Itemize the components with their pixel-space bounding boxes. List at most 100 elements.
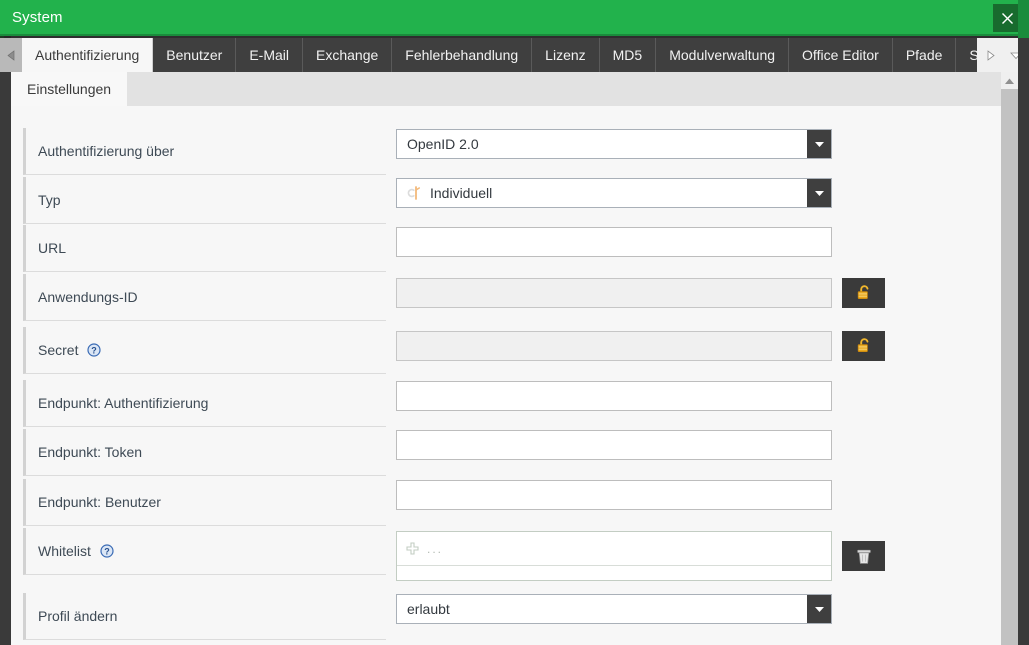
field-label: Authentifizierung über [38, 143, 175, 159]
tab-benutzer[interactable]: Benutzer [153, 38, 237, 72]
tab-fehlerbehandlung[interactable]: Fehlerbehandlung [392, 38, 533, 72]
field-label: Whitelist [38, 543, 91, 559]
field-control-wrapper: erlaubt [396, 594, 832, 624]
tab-strip: Authentifizierung Benutzer E-Mail Exchange F… [22, 38, 977, 72]
field-label: Endpunkt: Token [38, 444, 143, 460]
help-icon: ? [100, 544, 114, 558]
select-value: erlaubt [397, 601, 807, 617]
close-button[interactable] [993, 4, 1021, 32]
select-dropdown-arrow[interactable] [807, 179, 831, 207]
sub-tab-bar: Einstellungen [0, 72, 1008, 106]
select-dropdown-arrow[interactable] [807, 595, 831, 623]
whitelist-add-placeholder: ... [427, 541, 444, 556]
unlock-icon [857, 338, 868, 353]
field-control-wrapper [396, 278, 885, 308]
field-label-box: Whitelist? [23, 528, 386, 575]
field-label: Anwendungs-ID [38, 289, 138, 305]
field-label-box: Authentifizierung über [23, 128, 386, 175]
select-value-text: erlaubt [407, 601, 450, 617]
field-label-box: Endpunkt: Authentifizierung [23, 380, 386, 427]
tab-office-editor[interactable]: Office Editor [789, 38, 893, 72]
input-anwendungs-id [396, 278, 832, 308]
select-dropdown-arrow[interactable] [807, 130, 831, 158]
tab-exchange[interactable]: Exchange [303, 38, 393, 72]
select-typ[interactable]: Individuell [396, 178, 832, 208]
select-value: Individuell [397, 185, 807, 201]
title-bar: System [0, 0, 1029, 36]
svg-text:?: ? [92, 345, 98, 355]
trash-icon [856, 549, 871, 564]
whitelist-empty-row[interactable] [397, 566, 831, 580]
field-control-wrapper [396, 227, 832, 257]
unlock-icon [857, 285, 868, 300]
custom-key-icon [407, 185, 423, 201]
tab-pfade[interactable]: Pfade [892, 38, 957, 72]
select-value-text: OpenID 2.0 [407, 136, 479, 152]
select-profil-ndern[interactable]: erlaubt [396, 594, 832, 624]
field-label: Endpunkt: Benutzer [38, 494, 161, 510]
input-secret [396, 331, 832, 361]
scroll-up-button[interactable] [1001, 72, 1018, 89]
triangle-left-icon [6, 49, 14, 61]
field-label: URL [38, 240, 67, 256]
tab-scroll-right-button[interactable] [977, 38, 1003, 72]
tab-einstellungen[interactable]: Einstellungen [11, 72, 128, 106]
tab-authentifizierung[interactable]: Authentifizierung [22, 38, 154, 72]
input-endpunkt-token[interactable] [396, 430, 832, 460]
tab-scroll-left-button[interactable] [0, 38, 22, 72]
help-icon: ? [87, 343, 102, 357]
field-label-box: Endpunkt: Token [23, 429, 386, 476]
select-value-text: Individuell [430, 185, 493, 201]
triangle-up-icon [1005, 78, 1014, 84]
field-control-wrapper: ... [396, 531, 885, 581]
field-control-wrapper: OpenID 2.0 [396, 129, 832, 159]
whitelist-add-row[interactable]: ... [397, 532, 831, 566]
tab-modulverwaltung[interactable]: Modulverwaltung [656, 38, 790, 72]
field-control-wrapper [396, 381, 832, 411]
help-icon[interactable]: ? [100, 544, 114, 558]
field-label-box: Endpunkt: Benutzer [23, 479, 386, 526]
input-endpunkt-authentifizierung[interactable] [396, 381, 832, 411]
title-bar-right-edge [1018, 0, 1029, 38]
whitelist-listbox[interactable]: ... [396, 531, 832, 581]
settings-form-panel: Authentifizierung über OpenID 2.0 Typ Indiv… [11, 106, 1008, 645]
window-right-rail [1018, 38, 1029, 645]
trash-button[interactable] [842, 541, 885, 571]
field-label-box: URL [23, 225, 386, 272]
input-url[interactable] [396, 227, 832, 257]
help-icon[interactable]: ? [87, 343, 102, 357]
close-icon [1001, 12, 1013, 24]
unlock-button[interactable] [842, 331, 885, 361]
scrollbar-thumb[interactable] [1001, 89, 1018, 645]
tab-e-mail[interactable]: E-Mail [236, 38, 304, 72]
select-authentifizierung-ber[interactable]: OpenID 2.0 [396, 129, 832, 159]
unlock-button[interactable] [842, 278, 885, 308]
input-endpunkt-benutzer[interactable] [396, 480, 832, 510]
tab-sicherh[interactable]: Sicherh [956, 38, 977, 72]
plus-icon [406, 542, 419, 555]
select-arrow-icon [814, 607, 824, 612]
vertical-scrollbar[interactable] [1001, 72, 1018, 645]
field-label: Typ [38, 192, 61, 208]
field-label-box: Secret? [23, 327, 386, 374]
field-label-box: Typ [23, 177, 386, 224]
field-label: Profil ändern [38, 608, 118, 624]
tab-lizenz[interactable]: Lizenz [532, 38, 600, 72]
field-control-wrapper [396, 331, 885, 361]
main-tab-bar: Authentifizierung Benutzer E-Mail Exchange F… [0, 38, 1029, 72]
select-arrow-icon [814, 142, 824, 147]
plus-icon [406, 542, 419, 555]
field-control-wrapper: Individuell [396, 178, 832, 208]
system-settings-window: System Authentifizierung Benutzer E-Mail Ex… [0, 0, 1029, 645]
custom-key-icon [407, 186, 420, 200]
field-label-box: Anwendungs-ID [23, 274, 386, 321]
tab-md5[interactable]: MD5 [599, 38, 657, 72]
field-label-box: Profil ändern [23, 593, 386, 640]
triangle-right-icon [987, 49, 995, 61]
field-label: Secret [38, 342, 79, 358]
select-value: OpenID 2.0 [397, 136, 807, 152]
window-left-rail [0, 72, 11, 645]
svg-text:?: ? [104, 546, 110, 556]
select-arrow-icon [814, 191, 824, 196]
window-title: System [12, 9, 63, 26]
